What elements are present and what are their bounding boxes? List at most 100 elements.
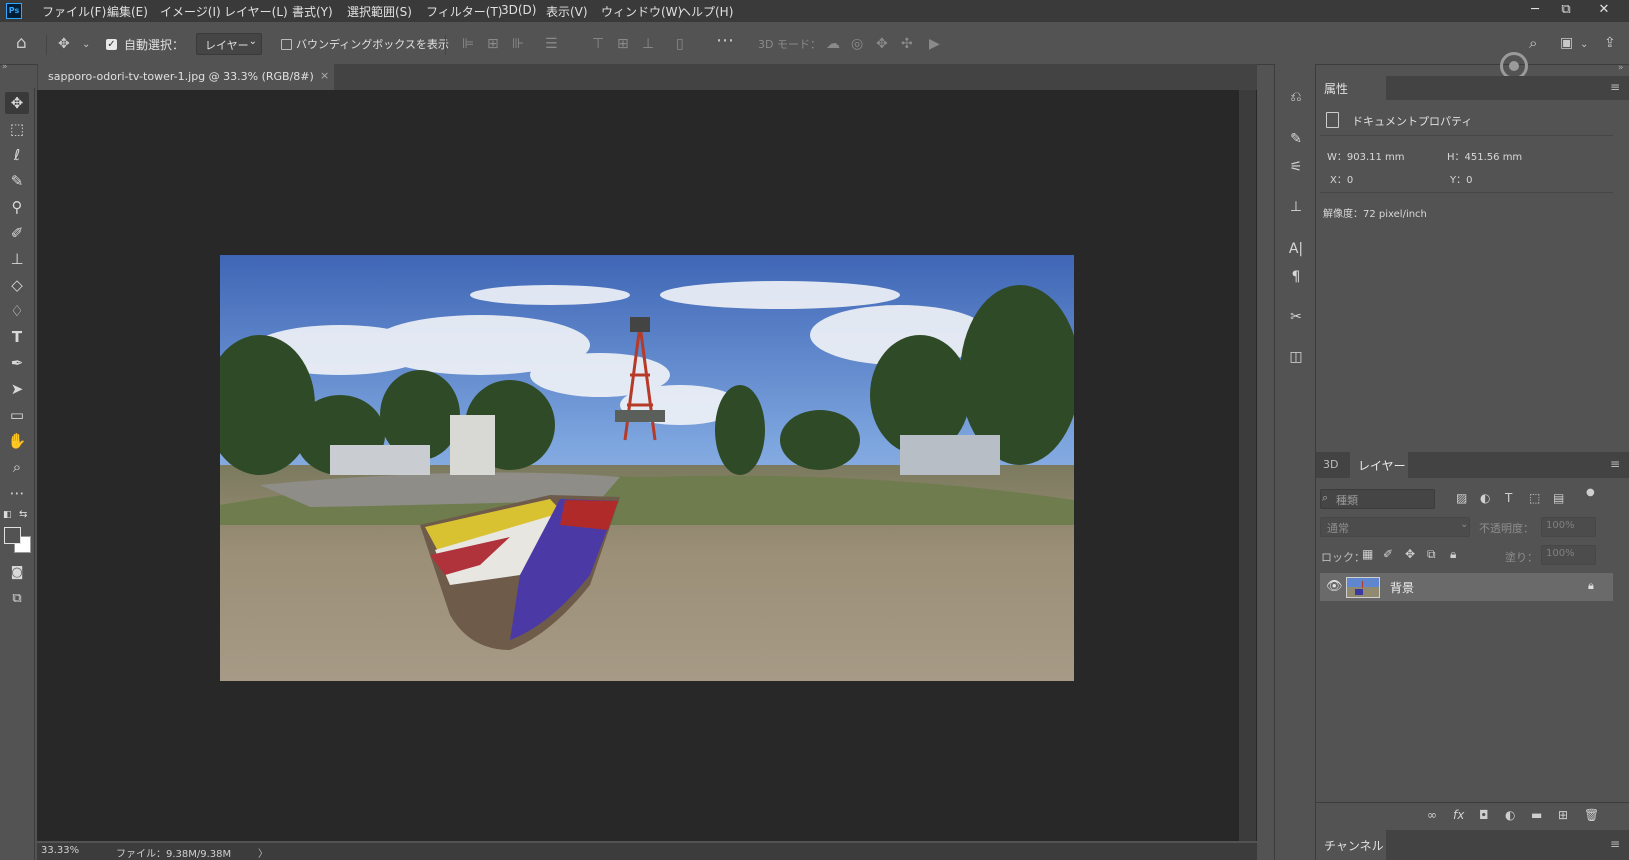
menu-file[interactable]: ファイル(F) (42, 3, 106, 20)
panorama-image[interactable] (220, 255, 1074, 681)
menu-filter[interactable]: フィルター(T) (426, 3, 502, 20)
new-layer-icon[interactable]: ⊞ (1558, 808, 1568, 822)
expand-arrows-icon[interactable]: » (1618, 63, 1624, 73)
clone-source-icon[interactable]: ⊥ (1285, 196, 1307, 218)
document-title[interactable]: sapporo-odori-tv-tower-1.jpg @ 33.3% (RG… (48, 70, 314, 83)
align-left-icon[interactable]: ⊫ (462, 36, 474, 52)
paint-bucket-icon[interactable]: ♢ (5, 300, 29, 322)
lock-all-icon[interactable]: 🔒︎ (1450, 547, 1456, 562)
menu-view[interactable]: 表示(V) (546, 3, 588, 20)
home-icon[interactable]: ⌂ (16, 35, 27, 52)
distribute-icon[interactable]: ☰ (545, 36, 558, 52)
screen-mode-icon[interactable]: ⧉ (5, 588, 29, 610)
tool-presets-icon[interactable]: ✂ (1285, 306, 1307, 328)
channels-tab-label[interactable]: チャンネル (1324, 837, 1384, 854)
hand-icon[interactable]: ✋ (5, 430, 29, 452)
move-tool-preset-icon[interactable]: ✥ (58, 36, 70, 52)
layer-name[interactable]: 背景 (1390, 579, 1414, 596)
pixel-filter-icon[interactable]: ▨ (1456, 491, 1467, 505)
path-select-icon[interactable]: ➤ (5, 378, 29, 400)
quick-select-icon[interactable]: ✎ (5, 170, 29, 192)
align-right-icon[interactable]: ⊪ (512, 36, 524, 52)
delete-layer-icon[interactable]: 🗑︎ (1584, 808, 1599, 822)
quick-mask-icon[interactable]: ◙ (5, 562, 29, 584)
search-icon[interactable]: ⌕ (1529, 35, 1537, 51)
brush-icon[interactable]: ✐ (5, 222, 29, 244)
brush-settings-icon[interactable]: ✎ (1285, 128, 1307, 150)
auto-select-checkbox[interactable]: ✓ (106, 39, 117, 50)
more-options-icon[interactable]: ⋯ (716, 32, 734, 50)
lock-artboard-icon[interactable]: ⧉ (1427, 547, 1436, 562)
bounding-box-checkbox[interactable] (281, 39, 292, 50)
tab-3d-label[interactable]: 3D (1323, 458, 1338, 471)
menu-type[interactable]: 書式(Y) (292, 3, 333, 20)
link-layers-icon[interactable]: ∞ (1427, 808, 1437, 822)
lock-transparent-icon[interactable]: ▦ (1362, 547, 1373, 561)
pen-icon[interactable]: ✒ (5, 352, 29, 374)
menu-window[interactable]: ウィンドウ(W) (601, 3, 682, 20)
layer-lock-icon[interactable]: 🔒︎ (1588, 579, 1594, 593)
adjustments-icon[interactable]: ⚟ (1285, 156, 1307, 178)
tab-layers-label[interactable]: レイヤー (1358, 457, 1406, 474)
width-value[interactable]: W：903.11 mm (1327, 148, 1405, 163)
menu-layer[interactable]: レイヤー(L) (224, 3, 288, 20)
y-value[interactable]: Y：0 (1450, 171, 1472, 186)
smart-object-filter-icon[interactable]: ▤ (1553, 491, 1564, 505)
minimize-button[interactable]: ─ (1520, 0, 1550, 22)
eyedropper-icon[interactable]: ⚲ (5, 196, 29, 218)
swap-colors-icon[interactable]: ⇆ (19, 509, 27, 520)
orbit-3d-icon[interactable]: ☁ (826, 36, 840, 52)
rectangle-icon[interactable]: ▭ (5, 404, 29, 426)
type-icon[interactable]: T (5, 326, 29, 348)
close-document-icon[interactable]: × (320, 69, 329, 82)
paragraph-icon[interactable]: ¶ (1285, 266, 1307, 288)
panel-menu-icon[interactable]: ≡ (1610, 837, 1620, 851)
status-menu-arrow-icon[interactable]: 〉 (258, 845, 268, 860)
shape-filter-icon[interactable]: ⬚ (1529, 491, 1540, 505)
share-icon[interactable]: ⇪ (1604, 35, 1616, 51)
menu-image[interactable]: イメージ(I) (160, 3, 221, 20)
panel-menu-icon[interactable]: ≡ (1610, 457, 1620, 471)
character-icon[interactable]: A| (1285, 238, 1307, 260)
zoom-readout[interactable]: 33.33% (41, 845, 79, 856)
adjustment-filter-icon[interactable]: ◐ (1480, 491, 1490, 505)
visibility-eye-icon[interactable]: 👁︎ (1326, 579, 1343, 594)
default-colors-icon[interactable]: ◧ (3, 510, 12, 520)
x-value[interactable]: X：0 (1330, 171, 1353, 186)
drag-3d-icon[interactable]: ✥ (876, 36, 888, 52)
add-mask-icon[interactable]: ◘ (1479, 808, 1489, 822)
align-top-icon[interactable]: ⊤ (592, 36, 604, 52)
lasso-icon[interactable]: ℓ (5, 144, 29, 166)
slide-3d-icon[interactable]: ✣ (901, 36, 913, 52)
move-icon[interactable]: ✥ (5, 92, 29, 114)
history-icon[interactable]: ⎌ (1285, 86, 1307, 108)
type-filter-icon[interactable]: T (1505, 491, 1512, 505)
eraser-icon[interactable]: ◇ (5, 274, 29, 296)
lock-image-icon[interactable]: ✐ (1383, 547, 1393, 561)
align-center-icon[interactable]: ⊞ (487, 36, 499, 52)
new-group-icon[interactable]: ▬ (1531, 808, 1542, 822)
workspace-icon[interactable]: ▣ (1560, 35, 1573, 51)
align-middle-icon[interactable]: ⊞ (617, 36, 629, 52)
video-camera-icon[interactable]: ▶ (929, 36, 940, 52)
menu-edit[interactable]: 編集(E) (107, 3, 148, 20)
auto-select-target-dropdown[interactable]: レイヤー ⌄ (196, 33, 262, 55)
more-icon[interactable]: ⋯ (5, 482, 29, 504)
panel-menu-icon[interactable]: ≡ (1610, 80, 1620, 94)
marquee-icon[interactable]: ⬚ (5, 118, 29, 140)
foreground-color-swatch[interactable] (4, 527, 21, 544)
align-bottom-icon[interactable]: ⊥ (642, 36, 654, 52)
menu-3d[interactable]: 3D(D) (501, 3, 536, 17)
artboard-icon[interactable]: ◫ (1285, 346, 1307, 368)
lock-position-icon[interactable]: ✥ (1405, 547, 1415, 561)
height-value[interactable]: H：451.56 mm (1447, 148, 1522, 163)
distribute-vertical-icon[interactable]: ▯ (676, 36, 684, 52)
roll-3d-icon[interactable]: ◎ (851, 36, 863, 52)
vertical-scrollbar[interactable] (1239, 90, 1256, 841)
filter-toggle-icon[interactable]: ● (1586, 487, 1595, 498)
close-button[interactable]: ✕ (1589, 0, 1619, 22)
menu-help[interactable]: ヘルプ(H) (679, 3, 733, 20)
layer-style-icon[interactable]: fx (1453, 808, 1464, 822)
menu-select[interactable]: 選択範囲(S) (347, 3, 412, 20)
stamp-icon[interactable]: ⊥ (5, 248, 29, 270)
